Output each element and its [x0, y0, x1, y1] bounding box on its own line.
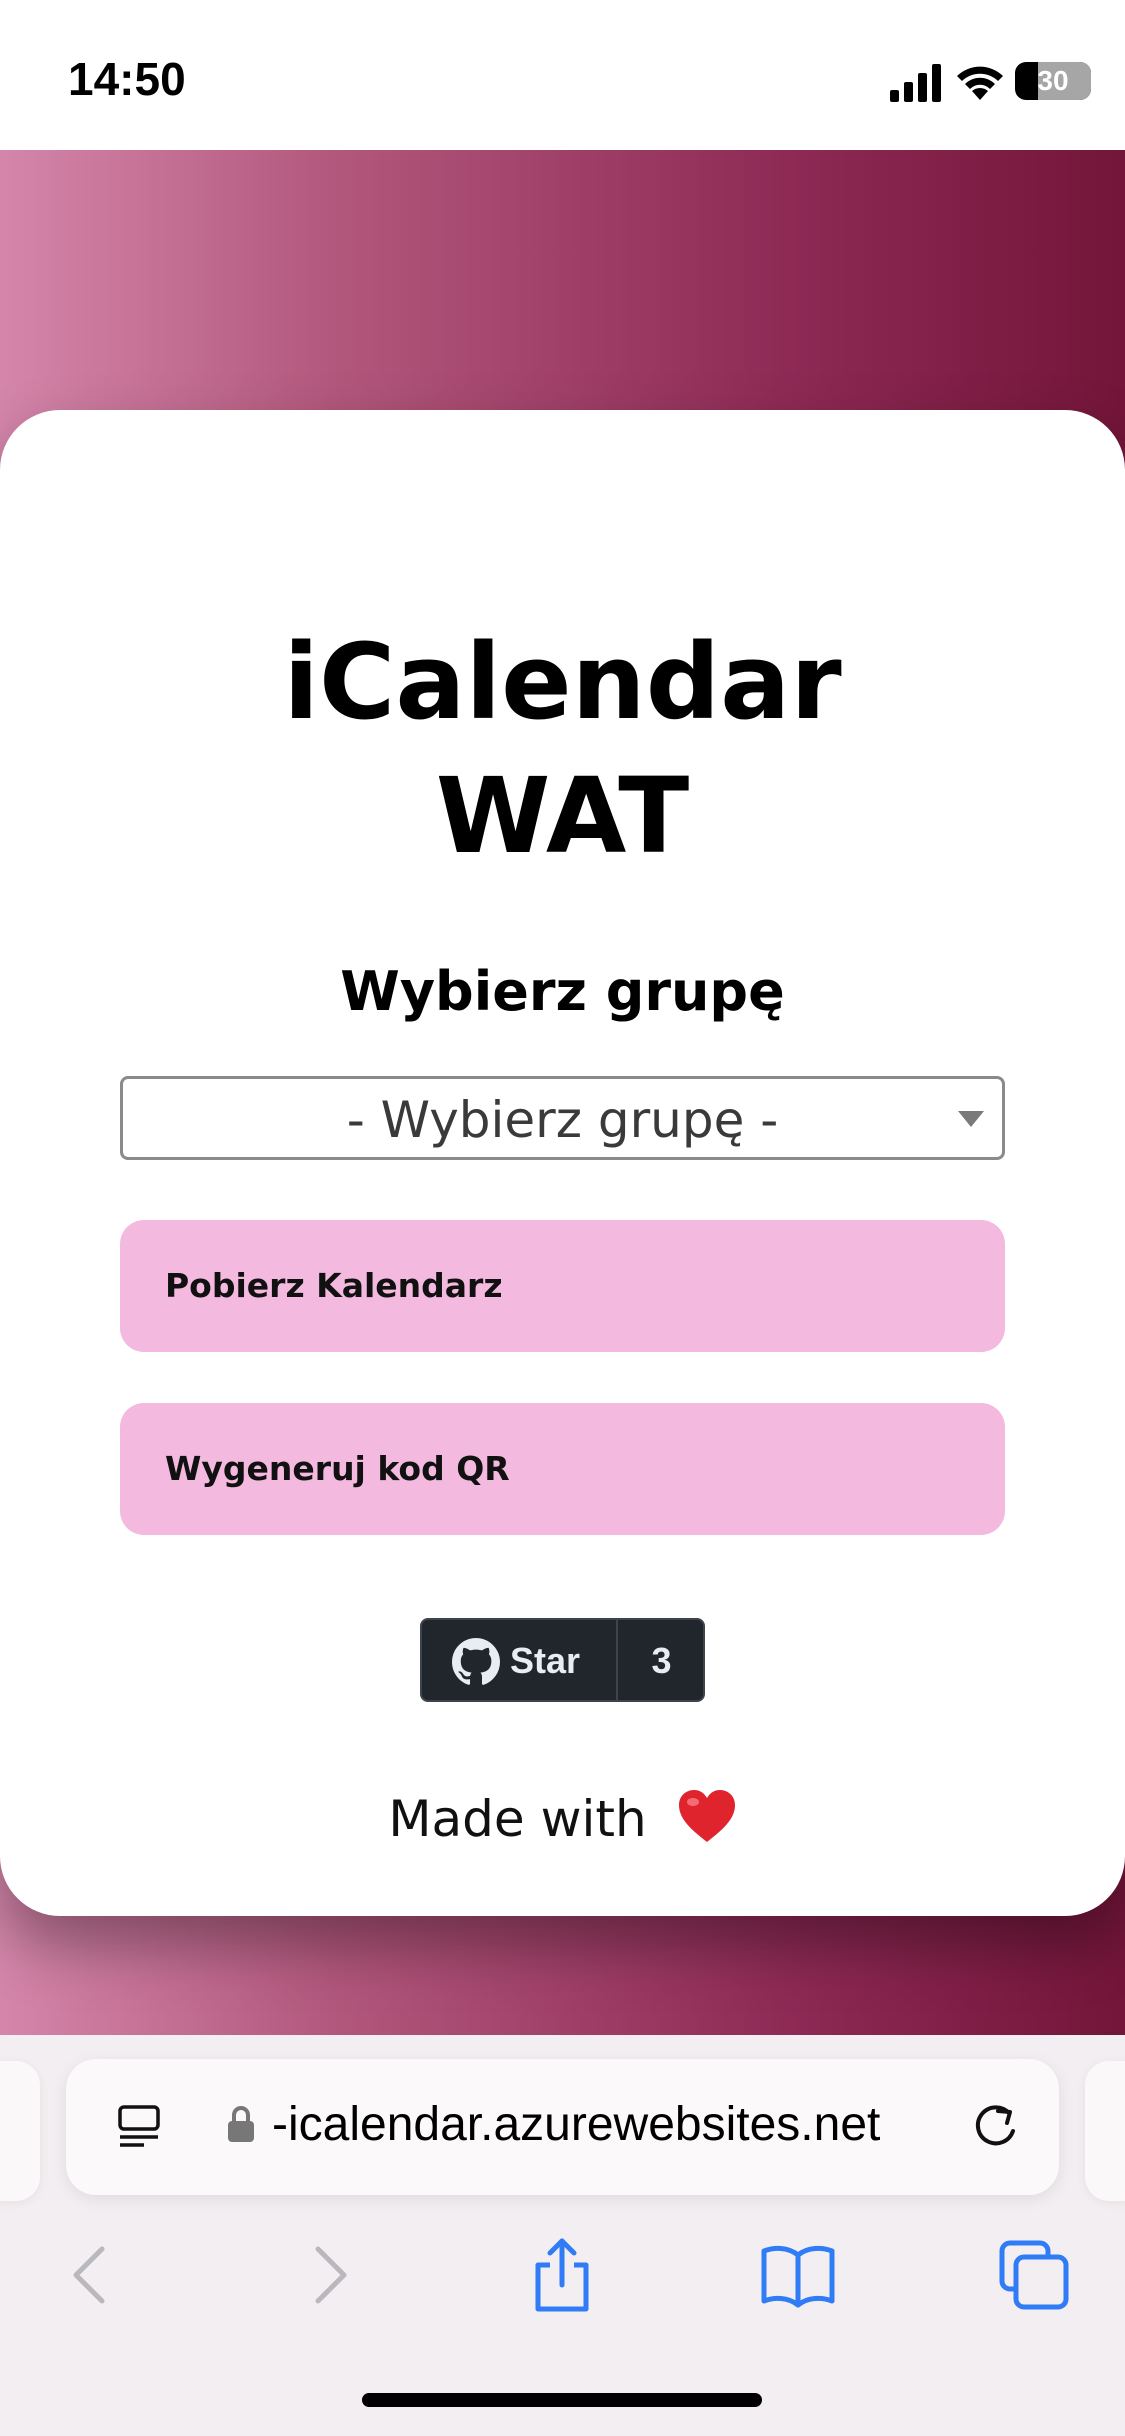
made-with-text: Made with — [388, 1790, 647, 1848]
github-star-label: Star — [510, 1640, 581, 1681]
battery-level: 30 — [1037, 65, 1069, 96]
reader-icon[interactable] — [116, 2103, 162, 2149]
generate-qr-label: Wygeneruj kod QR — [165, 1449, 510, 1488]
download-calendar-label: Pobierz Kalendarz — [165, 1266, 503, 1305]
github-icon — [452, 1638, 500, 1685]
bookmarks-icon[interactable] — [758, 2235, 838, 2315]
heart-icon — [678, 1790, 735, 1842]
next-tab-preview[interactable] — [1085, 2061, 1125, 2201]
battery-icon: 30 — [1015, 62, 1091, 100]
generate-qr-button[interactable]: Wygeneruj kod QR — [120, 1403, 1005, 1535]
url-text[interactable]: -icalendar.azurewebsites.net — [272, 2097, 880, 2152]
lock-icon — [228, 2106, 254, 2142]
wifi-icon — [957, 66, 1003, 100]
tabs-icon[interactable] — [994, 2235, 1074, 2315]
section-title: Wybierz grupę — [340, 960, 785, 1023]
previous-tab-preview[interactable] — [0, 2061, 40, 2201]
download-calendar-button[interactable]: Pobierz Kalendarz — [120, 1220, 1005, 1352]
status-time: 14:50 — [68, 53, 186, 105]
github-star-button[interactable]: Star — [422, 1620, 618, 1700]
share-icon[interactable] — [522, 2235, 602, 2315]
back-icon[interactable] — [50, 2235, 130, 2315]
made-with-footer: Made with — [0, 1788, 1125, 1848]
reload-icon[interactable] — [969, 2101, 1021, 2153]
github-star-count[interactable]: 3 — [620, 1640, 703, 1682]
address-bar[interactable]: -icalendar.azurewebsites.net — [66, 2059, 1059, 2195]
navigation-toolbar — [0, 2235, 1125, 2375]
signal-icon — [890, 64, 941, 102]
page-title: iCalendar WAT — [0, 615, 1125, 883]
browser-toolbar: -icalendar.azurewebsites.net — [0, 2035, 1125, 2436]
title-line-2: WAT — [435, 755, 690, 877]
group-select-value: - Wybierz grupę - — [346, 1091, 779, 1149]
main-card: iCalendar WAT Wybierz grupę - Wybierz gr… — [0, 410, 1125, 1916]
forward-icon[interactable] — [290, 2235, 370, 2315]
github-star-widget: Star 3 — [420, 1618, 705, 1702]
title-line-1: iCalendar — [283, 621, 842, 743]
home-indicator[interactable] — [362, 2393, 762, 2407]
group-select[interactable]: - Wybierz grupę - — [120, 1076, 1005, 1160]
chevron-down-icon — [958, 1111, 984, 1127]
status-bar: 14:50 30 — [0, 0, 1125, 150]
